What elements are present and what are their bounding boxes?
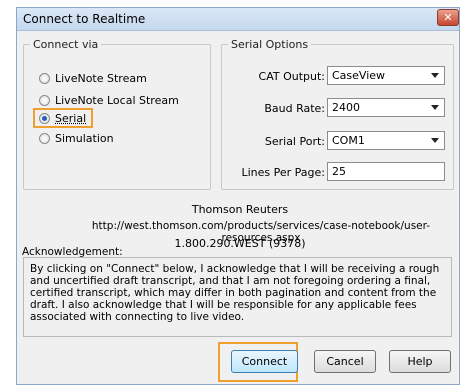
help-button[interactable]: Help [389,350,451,373]
cat-output-value: CaseView [332,69,386,82]
window-title: Connect to Realtime [23,12,146,26]
radio-button[interactable] [39,95,50,106]
connect-dialog: Connect to Realtime ✕ Connect via LiveNo… [16,7,460,385]
radio-livenote-stream[interactable]: LiveNote Stream [39,72,147,85]
serial-port-value: COM1 [332,134,365,147]
serial-port-label: Serial Port: [264,135,325,148]
lines-per-page-label: Lines Per Page: [241,166,325,179]
baud-rate-label: Baud Rate: [264,102,325,115]
radio-label: LiveNote Stream [55,72,147,85]
lines-per-page-input[interactable]: 25 [327,162,445,181]
connect-button[interactable]: Connect [231,350,298,373]
connect-via-legend: Connect via [33,38,99,51]
acknowledgement-text-box[interactable]: By clicking on "Connect" below, I acknow… [23,257,452,337]
radio-button[interactable] [39,73,50,84]
cancel-button[interactable]: Cancel [314,350,376,373]
close-button[interactable]: ✕ [437,9,459,26]
radio-label: Simulation [55,132,114,145]
cat-output-label: CAT Output: [258,70,325,83]
chevron-down-icon [431,105,439,110]
serial-options-legend: Serial Options [231,38,309,51]
acknowledgement-label-visible: Acknowledgement: [22,246,123,258]
company-name: Thomson Reuters [191,203,289,216]
acknowledgement-text: By clicking on "Connect" below, I acknow… [30,263,440,323]
cat-output-select[interactable]: CaseView [327,66,445,85]
serial-highlight [33,108,93,128]
radio-label: LiveNote Local Stream [55,94,179,107]
radio-simulation[interactable]: Simulation [39,132,114,145]
title-bar[interactable]: Connect to Realtime ✕ [17,8,459,31]
phone-number: 1.800.290.WEST (9378) [174,237,306,250]
close-icon: ✕ [443,11,453,24]
radio-button[interactable] [39,133,50,144]
baud-rate-value: 2400 [332,101,360,114]
baud-rate-select[interactable]: 2400 [327,98,445,117]
lines-per-page-value: 25 [332,165,346,178]
chevron-down-icon [431,138,439,143]
chevron-down-icon [431,73,439,78]
serial-port-select[interactable]: COM1 [327,131,445,150]
radio-livenote-local-stream[interactable]: LiveNote Local Stream [39,94,179,107]
